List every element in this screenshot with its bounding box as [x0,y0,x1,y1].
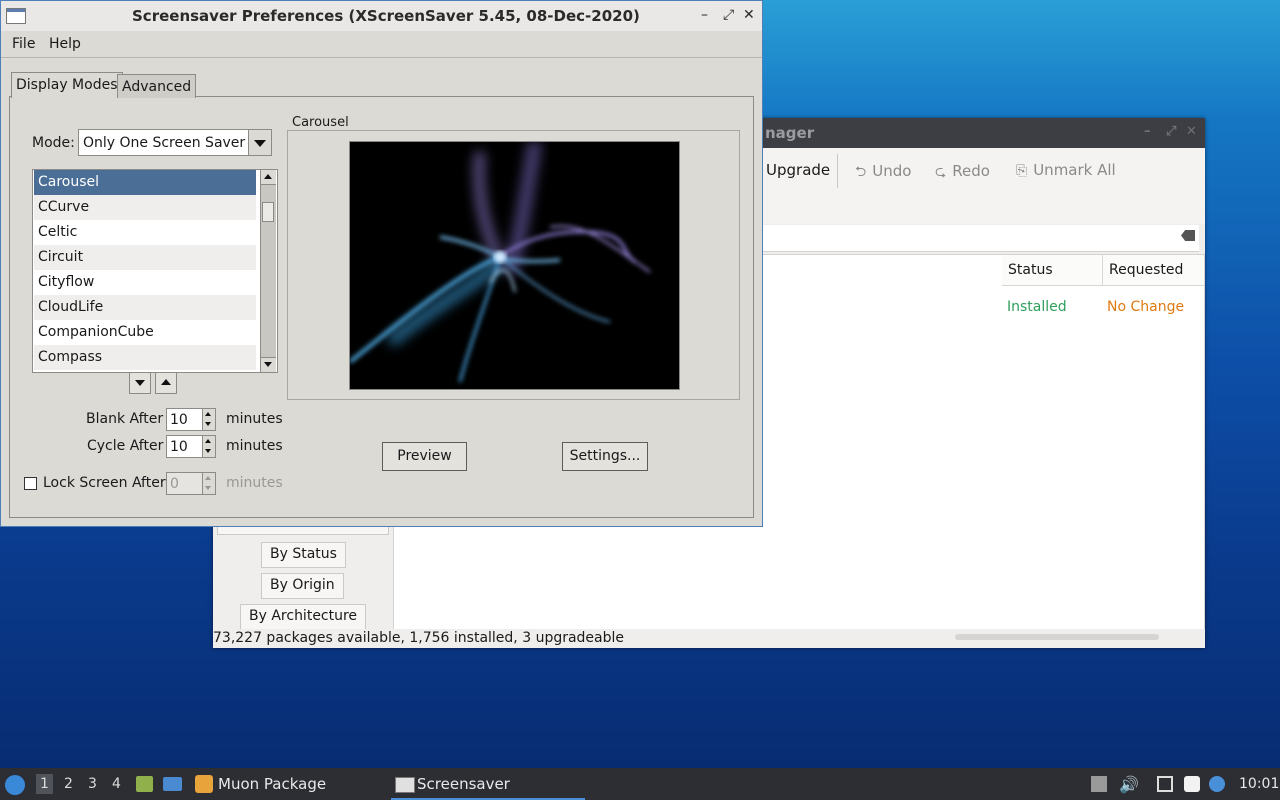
column-header-requested[interactable]: Requested [1103,255,1204,286]
unmark-all-label: Unmark All [1033,161,1116,179]
lock-after-spinner: 0 [166,472,216,495]
network-icon[interactable] [1157,776,1173,792]
tray-arrow-icon[interactable] [1091,776,1107,792]
scroll-down-icon[interactable] [261,357,276,372]
unmark-icon: ⎘ [1016,163,1028,179]
mode-value: Only One Screen Saver [83,135,246,151]
preview-graphic [350,142,651,383]
toolbar-separator [837,154,838,188]
redo-icon: ⮎ [935,164,947,180]
show-desktop-icon[interactable] [163,777,182,791]
list-item[interactable]: Compass [34,345,256,370]
taskbar-muon-label: Muon Package Manager [218,775,327,793]
clipboard-icon[interactable] [1184,776,1200,792]
list-item[interactable]: CCurve [34,195,256,220]
undo-button[interactable]: ⮌ Undo [855,161,911,185]
list-item[interactable]: CloudLife [34,295,256,320]
blank-after-spinner[interactable]: 10 [166,408,216,431]
maximize-icon[interactable]: ⤢ [1166,124,1176,139]
dropdown-arrow-icon[interactable] [248,130,271,155]
upgrade-label: Upgrade [766,161,831,179]
taskbar-screensaver-label: Screensaver Preferen... [417,775,510,793]
tab-display-modes[interactable]: Display Modes [11,72,123,98]
lock-after-unit: minutes [226,475,283,491]
minimize-icon[interactable]: – [1144,124,1151,139]
start-menu-icon[interactable] [5,775,25,795]
list-item[interactable]: Cityflow [34,270,256,295]
scroll-up-icon[interactable] [261,170,276,185]
cycle-after-label: Cycle After [87,438,164,454]
spinner-arrows-icon[interactable] [202,436,215,457]
cycle-after-unit: minutes [226,438,283,454]
window-icon [6,8,26,24]
filter-by-architecture[interactable]: By Architecture [240,604,367,630]
unmark-all-button[interactable]: ⎘ Unmark All [1016,161,1116,179]
spinner-arrows-icon[interactable] [202,409,215,430]
taskbar-screensaver[interactable]: Screensaver Preferen... [391,768,585,800]
close-icon[interactable]: ✕ [743,7,755,23]
search-input[interactable] [761,225,1199,252]
taskbar-muon[interactable]: Muon Package Manager [192,768,384,800]
workspace-2[interactable]: 2 [64,776,73,792]
file-manager-icon[interactable] [136,776,153,792]
list-item[interactable]: Celtic [34,220,256,245]
close-icon[interactable]: ✕ [1186,124,1197,139]
muon-status-bar: 73,227 packages available, 1,756 install… [213,629,1205,648]
lock-screen-checkbox[interactable] [24,477,37,490]
mode-label: Mode: [32,135,75,151]
redo-label: Redo [952,162,990,180]
notification-icon[interactable] [1209,776,1225,792]
cycle-after-value: 10 [170,439,188,455]
taskbar: 1 2 3 4 Muon Package Manager Screensaver… [0,768,1280,800]
filter-by-origin[interactable]: By Origin [261,573,344,599]
clock[interactable]: 10:01 [1239,776,1279,792]
menubar: File Help [1,31,762,58]
lock-screen-label[interactable]: Lock Screen After [43,475,166,491]
screensaver-list[interactable]: Carousel CCurve Celtic Circuit Cityflow … [32,169,278,373]
spinner-arrows-icon [202,473,215,494]
menu-help[interactable]: Help [49,36,81,52]
maximize-icon[interactable]: ⤢ [723,7,734,23]
cycle-after-spinner[interactable]: 10 [166,435,216,458]
undo-icon: ⮌ [855,164,867,180]
preview-title: Carousel [292,115,349,130]
menu-file[interactable]: File [12,36,35,52]
clear-search-icon[interactable] [1181,230,1195,241]
blank-after-label: Blank After [86,411,164,427]
workspace-1[interactable]: 1 [36,774,53,794]
previous-saver-button[interactable] [155,372,177,394]
minimize-icon[interactable]: – [701,7,708,23]
xss-title: Screensaver Preferences (XScreenSaver 5.… [132,7,640,25]
muon-app-icon [195,775,213,793]
blank-after-value: 10 [170,412,188,428]
mode-dropdown[interactable]: Only One Screen Saver [78,129,272,156]
list-item[interactable]: Circuit [34,245,256,270]
redo-button[interactable]: ⮎ Redo [935,161,990,185]
blank-after-unit: minutes [226,411,283,427]
volume-icon[interactable]: 🔊 [1119,775,1139,794]
list-item[interactable]: Carousel [34,170,256,195]
undo-label: Undo [872,162,912,180]
preview-button[interactable]: Preview [382,442,467,471]
settings-button[interactable]: Settings... [562,442,648,471]
xss-titlebar[interactable]: Screensaver Preferences (XScreenSaver 5.… [1,1,762,32]
screensaver-app-icon [395,777,415,793]
muon-title: nager [765,124,815,142]
screensaver-preview [349,141,680,390]
package-requested: No Change [1107,299,1185,315]
list-item[interactable]: CompanionCube [34,320,256,345]
column-header-status[interactable]: Status [1002,255,1103,286]
workspace-4[interactable]: 4 [112,776,121,792]
next-saver-button[interactable] [129,372,151,394]
status-text: 73,227 packages available, 1,756 install… [213,630,625,646]
scroll-thumb[interactable] [262,202,274,222]
horizontal-scrollbar[interactable] [955,634,1159,640]
upgrade-button[interactable]: Upgrade [766,161,830,179]
list-scrollbar[interactable] [260,170,276,372]
tab-advanced[interactable]: Advanced [117,74,197,98]
lock-after-value: 0 [170,476,179,492]
filter-by-status[interactable]: By Status [261,542,346,568]
package-status: Installed [1007,299,1067,315]
workspace-3[interactable]: 3 [88,776,97,792]
